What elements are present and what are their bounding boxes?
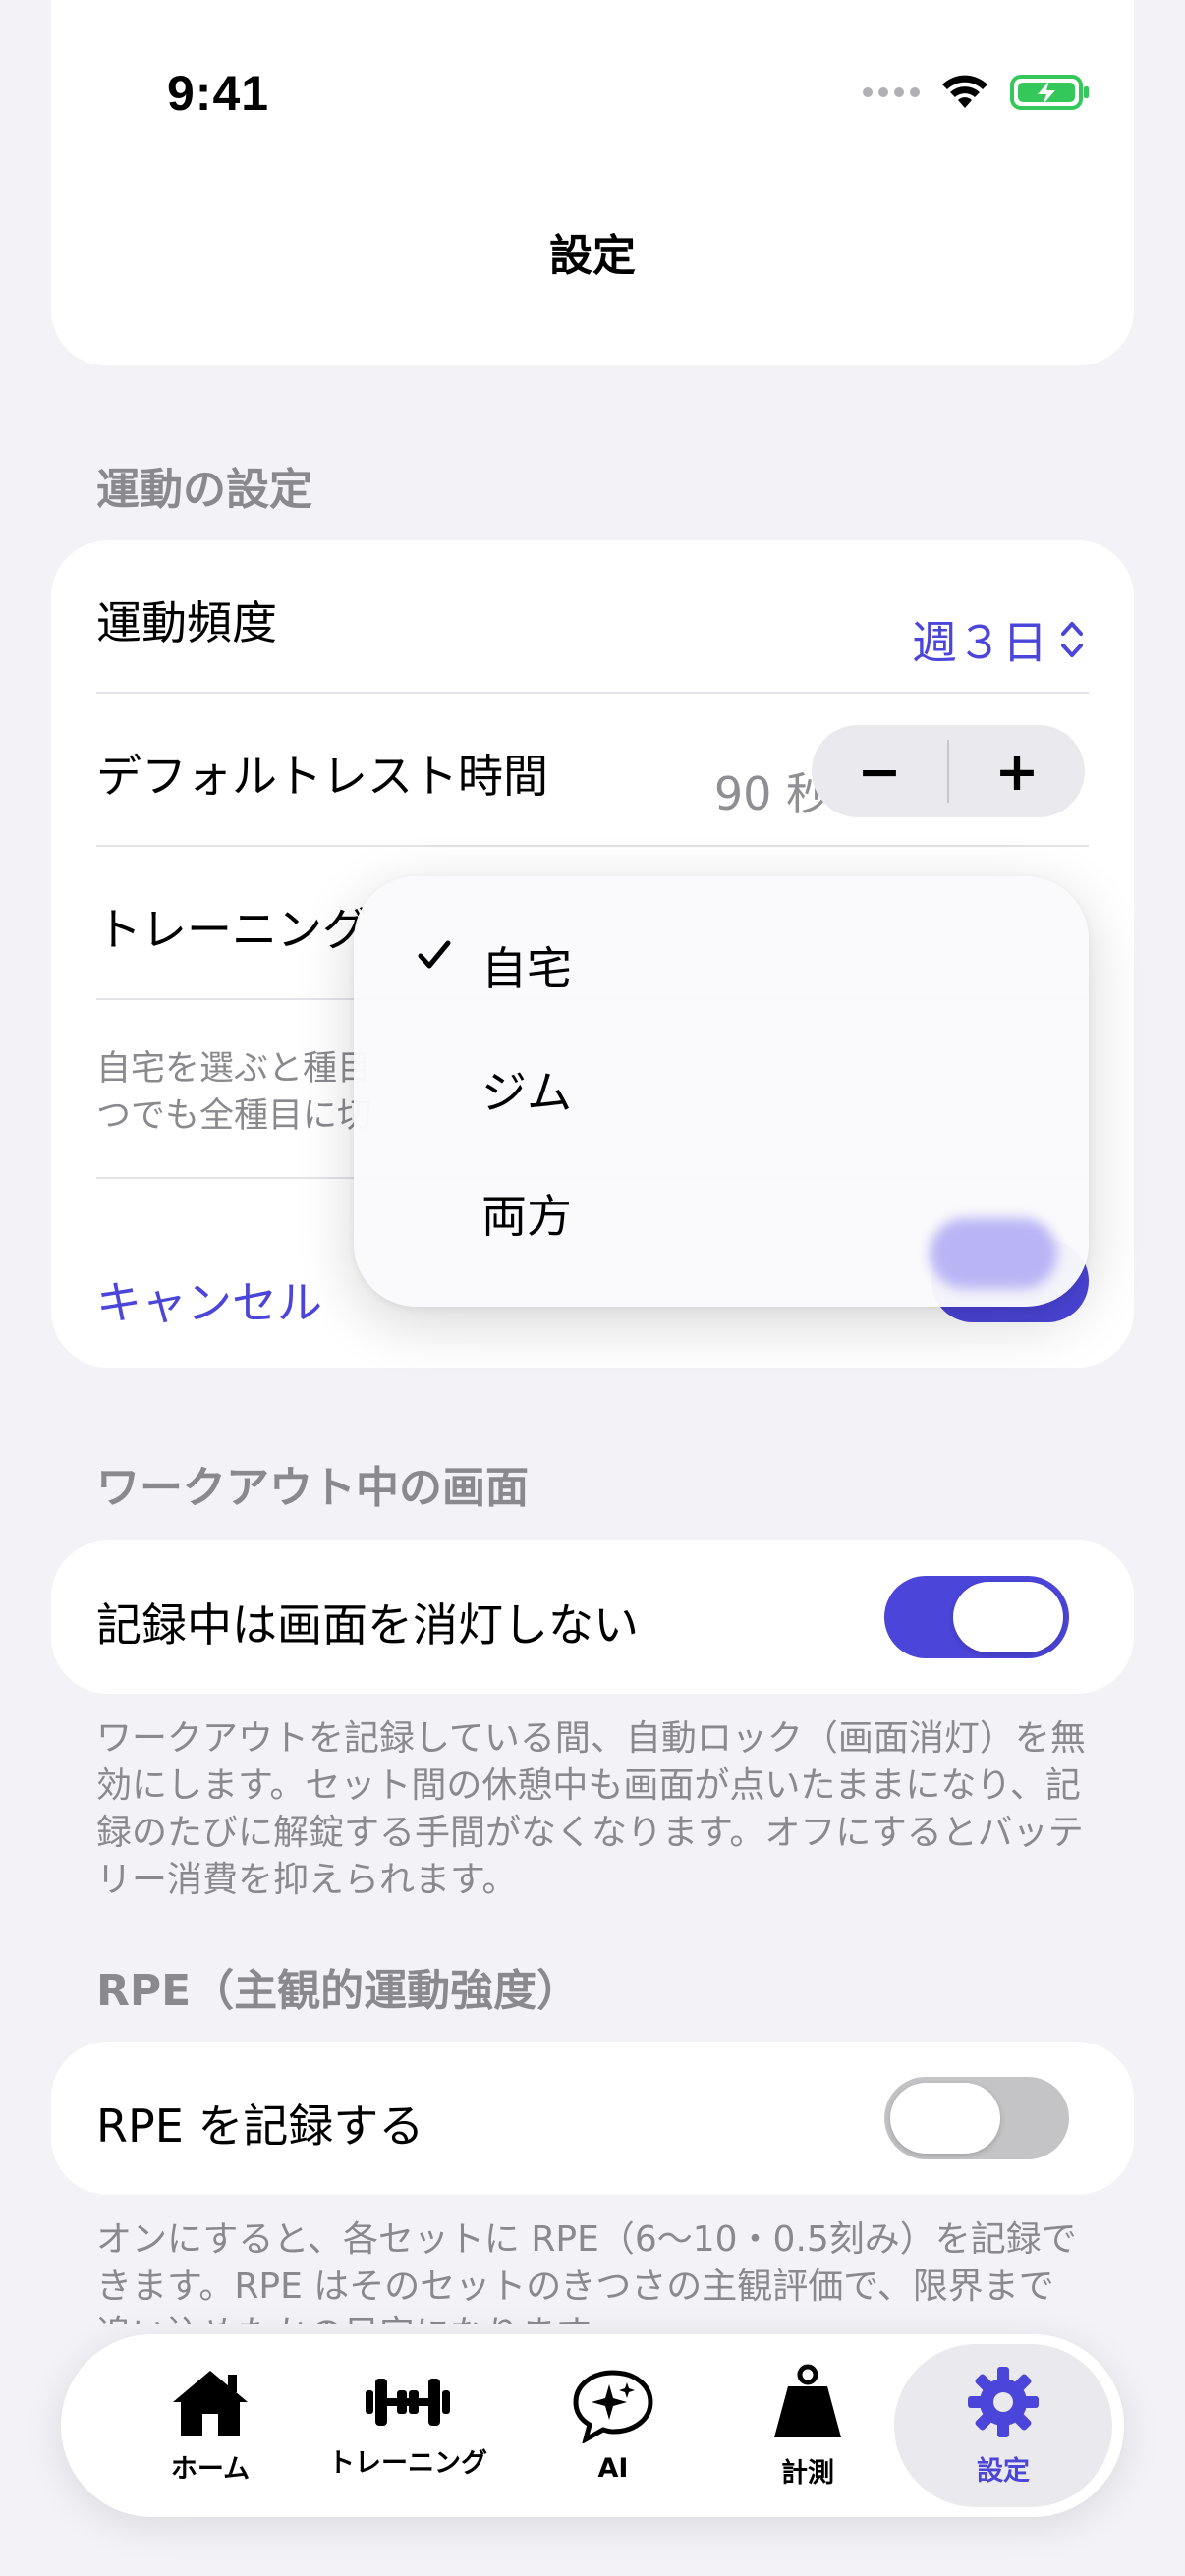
checkmark-icon <box>418 940 451 969</box>
status-indicators <box>863 73 1091 112</box>
weight-icon <box>774 2364 841 2437</box>
training-place-menu: 自宅 ジム 両方 <box>354 876 1089 1307</box>
toggle-knob <box>953 1582 1063 1652</box>
tab-label: 設定 <box>977 2455 1030 2487</box>
page-title: 設定 <box>549 231 636 281</box>
cellular-signal-icon <box>863 87 920 97</box>
frequency-label: 運動頻度 <box>96 596 277 649</box>
section-header-workout-screen: ワークアウト中の画面 <box>96 1463 529 1513</box>
decrement-button[interactable]: − <box>812 725 947 817</box>
record-rpe-toggle[interactable] <box>884 2077 1069 2159</box>
training-place-label[interactable]: トレーニング <box>96 894 367 959</box>
section-header-rpe: RPE（主観的運動強度） <box>96 1966 581 2016</box>
status-time: 9:41 <box>167 66 270 121</box>
wifi-icon <box>942 75 988 108</box>
tab-home[interactable]: ホーム <box>112 2334 309 2517</box>
frequency-picker[interactable]: 週３日 <box>912 607 1085 672</box>
tab-settings[interactable]: 設定 <box>894 2344 1112 2507</box>
battery-charging-icon <box>1010 75 1089 110</box>
section-header-exercise: 運動の設定 <box>96 465 312 515</box>
menu-option-home[interactable]: 自宅 <box>481 933 572 998</box>
tab-label: AI <box>597 2452 629 2484</box>
row-divider <box>96 845 1089 847</box>
rest-time-label: デフォルトレスト時間 <box>96 750 548 803</box>
sparkle-bubble-icon <box>573 2369 653 2443</box>
frequency-value: 週３日 <box>912 616 1047 669</box>
tab-training[interactable]: トレーニング <box>300 2334 516 2517</box>
rpe-card: RPE を記録する <box>51 2042 1134 2195</box>
keep-awake-card: 記録中は画面を消灯しない <box>51 1540 1134 1694</box>
tab-label: ホーム <box>170 2453 251 2485</box>
record-rpe-label: RPE を記録する <box>96 2100 424 2153</box>
increment-button[interactable]: + <box>949 725 1085 817</box>
house-icon <box>173 2370 248 2436</box>
tab-measure[interactable]: 計測 <box>709 2334 906 2517</box>
keep-awake-toggle[interactable] <box>884 1576 1069 1658</box>
tab-bar: ホーム トレーニング AI 計測 設定 <box>61 2334 1124 2517</box>
keep-awake-footnote: ワークアウトを記録している間、自動ロック（画面消灯）を無効にします。セット間の休… <box>96 1718 1086 1900</box>
dumbbell-icon <box>366 2378 450 2426</box>
toggle-knob <box>890 2083 1000 2154</box>
rpe-footnote: オンにすると、各セットに RPE（6〜10・0.5刻み）を記録できます。RPE … <box>96 2219 1077 2324</box>
tab-label: 計測 <box>781 2457 834 2489</box>
menu-option-gym[interactable]: ジム <box>481 1057 572 1122</box>
row-divider <box>96 692 1089 694</box>
menu-highlight-blur <box>930 1218 1057 1289</box>
cancel-button[interactable]: キャンセル <box>96 1267 322 1332</box>
gear-icon <box>968 2366 1039 2437</box>
menu-option-both[interactable]: 両方 <box>481 1181 572 1246</box>
chevron-updown-icon <box>1061 622 1083 657</box>
tab-label: トレーニング <box>328 2447 487 2479</box>
keep-awake-label: 記録中は画面を消灯しない <box>96 1598 639 1652</box>
rest-time-stepper: − + <box>812 725 1085 817</box>
previous-card-ghost <box>51 0 1134 365</box>
tab-ai[interactable]: AI <box>515 2334 711 2517</box>
